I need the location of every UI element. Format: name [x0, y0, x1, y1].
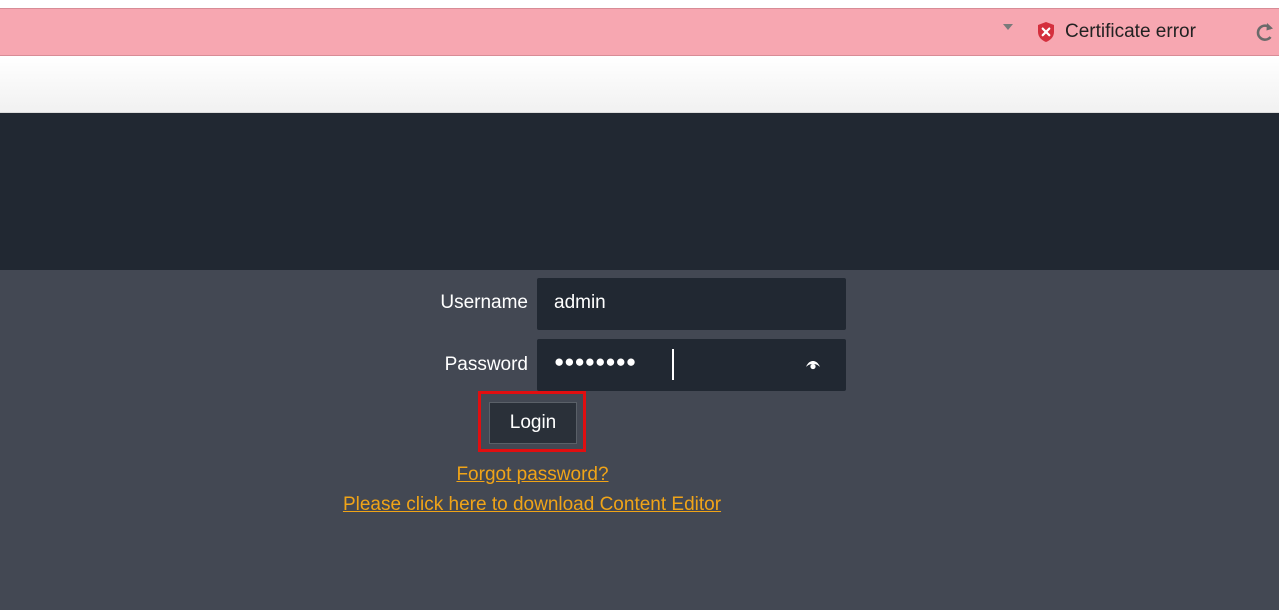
address-bar: Certificate error [0, 8, 1279, 56]
browser-toolbar [0, 57, 1279, 113]
certificate-error-label: Certificate error [1065, 21, 1196, 42]
password-label: Password [444, 354, 528, 375]
chevron-down-icon[interactable] [1003, 24, 1013, 30]
shield-x-icon [1038, 22, 1054, 42]
password-input[interactable]: ●●●●●●●● [537, 339, 846, 391]
download-content-editor-link[interactable]: Please click here to download Content Ed… [270, 494, 794, 516]
password-value: ●●●●●●●● [554, 352, 637, 371]
username-value: admin [554, 292, 606, 313]
username-input[interactable]: admin [537, 278, 846, 330]
login-button[interactable]: Login [489, 402, 577, 444]
app-header [0, 113, 1279, 270]
text-cursor [672, 349, 674, 380]
certificate-error-button[interactable]: Certificate error [1036, 9, 1196, 55]
username-label: Username [440, 292, 528, 313]
eye-icon[interactable] [805, 359, 821, 370]
forgot-password-link[interactable]: Forgot password? [380, 464, 685, 486]
refresh-icon[interactable] [1254, 19, 1276, 45]
